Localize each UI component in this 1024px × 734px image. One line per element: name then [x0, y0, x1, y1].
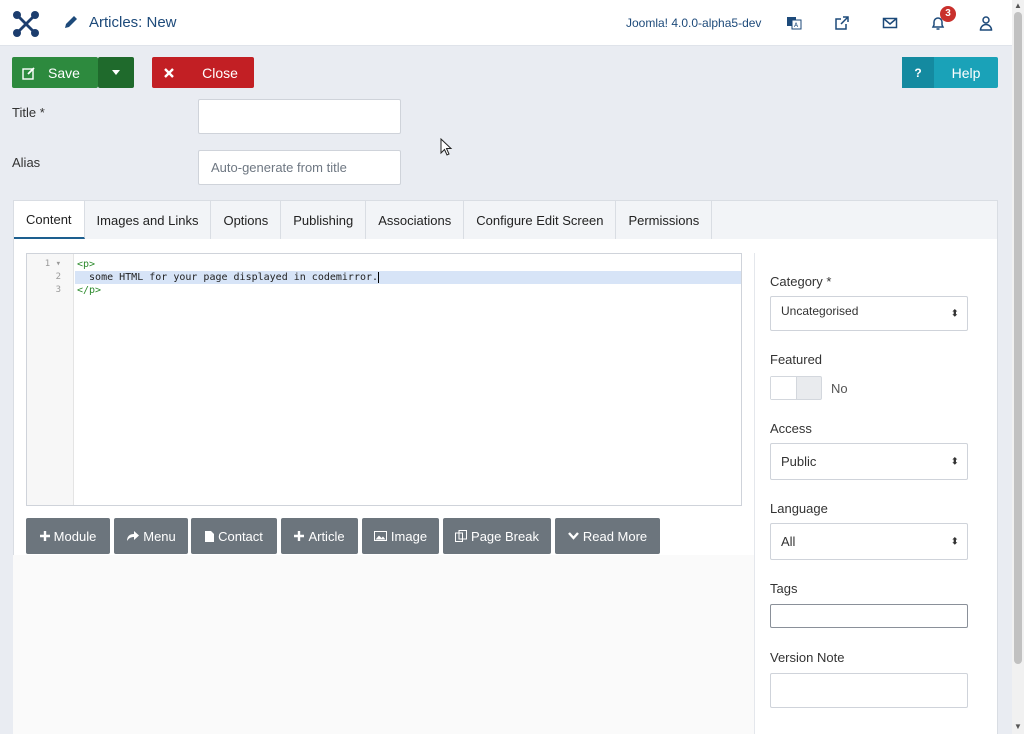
line-number-gutter: 1 ▾ 2 3 [27, 254, 74, 505]
close-label: Close [202, 64, 238, 81]
read-more-button[interactable]: Read More [555, 518, 660, 554]
access-value: Public [781, 454, 817, 469]
tab-configure-edit-screen[interactable]: Configure Edit Screen [464, 201, 617, 239]
plus-icon [294, 531, 305, 541]
pencil-icon [65, 16, 77, 28]
top-header: Articles: New Joomla! 4.0.0-alpha5-dev A… [0, 0, 1012, 46]
article-label: Article [308, 528, 345, 544]
code-line-selected[interactable]: some HTML for your page displayed in cod… [75, 271, 741, 284]
tags-input[interactable] [770, 604, 968, 628]
page-break-label: Page Break [471, 528, 539, 544]
tab-permissions[interactable]: Permissions [616, 201, 713, 239]
page-break-button[interactable]: Page Break [443, 518, 551, 554]
module-button[interactable]: Module [26, 518, 110, 554]
select-arrows-icon: ⬍ [950, 536, 959, 547]
plus-icon [39, 531, 50, 541]
image-label: Image [390, 528, 428, 544]
category-value: Uncategorised [781, 303, 859, 318]
scroll-down-arrow-icon[interactable]: ▼ [1012, 721, 1024, 733]
scroll-up-arrow-icon[interactable]: ▲ [1012, 0, 1024, 12]
external-link-icon[interactable] [832, 13, 852, 33]
read-more-label: Read More [582, 528, 648, 544]
featured-label: Featured [770, 352, 823, 367]
html-tag: </p> [77, 285, 102, 296]
file-icon [205, 530, 215, 542]
version-note-input[interactable] [770, 673, 968, 708]
title-label: Title * [12, 105, 45, 120]
line-number: 2 [55, 272, 61, 282]
alias-input[interactable] [198, 150, 401, 185]
text-cursor [378, 271, 380, 283]
language-label: Language [770, 501, 828, 516]
contact-label: Contact [218, 528, 263, 544]
title-input[interactable] [198, 99, 401, 134]
image-button[interactable]: Image [362, 518, 439, 554]
category-label: Category * [770, 274, 832, 289]
joomla-logo-icon[interactable] [12, 10, 40, 38]
edit-icon [22, 66, 35, 80]
module-label: Module [53, 528, 97, 544]
picture-icon [373, 531, 387, 541]
language-select[interactable]: All ⬍ [770, 523, 968, 560]
select-arrows-icon: ⬍ [950, 456, 959, 467]
editor-lower-area [13, 555, 754, 734]
save-label: Save [48, 64, 80, 81]
page-title: Articles: New [89, 14, 177, 31]
access-label: Access [770, 421, 812, 436]
caret-down-icon [112, 69, 120, 75]
line-number: 3 [55, 285, 61, 295]
access-select[interactable]: Public ⬍ [770, 443, 968, 480]
menu-label: Menu [143, 528, 176, 544]
share-arrow-icon [127, 531, 140, 541]
chevron-down-icon [567, 532, 579, 540]
copy-icon [455, 530, 468, 542]
html-tag: <p> [77, 259, 96, 270]
tab-publishing[interactable]: Publishing [281, 201, 367, 239]
mouse-cursor-icon [440, 138, 453, 156]
edit-tabs: Content Images and Links Options Publish… [13, 200, 998, 239]
fold-marker-icon[interactable]: ▾ [56, 259, 61, 269]
code-text: some HTML for your page displayed in cod… [77, 272, 379, 283]
tab-content[interactable]: Content [14, 201, 85, 239]
page-scrollbar[interactable]: ▲ ▼ [1012, 0, 1024, 734]
tags-label: Tags [770, 581, 798, 596]
code-line[interactable]: </p> [75, 284, 741, 297]
help-icon: ? [902, 57, 934, 88]
mail-icon[interactable] [880, 13, 900, 33]
multilingual-icon[interactable]: A [784, 13, 804, 33]
alias-label: Alias [12, 155, 41, 170]
select-arrows-icon: ⬍ [950, 308, 959, 319]
user-icon[interactable] [976, 13, 996, 33]
close-button[interactable]: Close [152, 57, 254, 88]
featured-value: No [831, 381, 848, 396]
version-note-label: Version Note [770, 650, 845, 665]
featured-toggle[interactable] [770, 376, 822, 400]
save-button[interactable]: Save [12, 57, 98, 88]
save-dropdown-toggle[interactable] [98, 57, 134, 88]
tab-images-and-links[interactable]: Images and Links [85, 201, 212, 239]
tab-options[interactable]: Options [211, 201, 282, 239]
help-label: Help [951, 64, 981, 81]
article-button[interactable]: Article [281, 518, 358, 554]
toggle-knob [771, 377, 797, 399]
code-line[interactable]: <p> [75, 258, 741, 271]
line-number: 1 ▾ [44, 259, 61, 269]
category-select[interactable]: Uncategorised ⬍ [770, 296, 968, 331]
codemirror-editor[interactable]: 1 ▾ 2 3 <p> some HTML for your page disp… [26, 253, 742, 506]
contact-button[interactable]: Contact [191, 518, 277, 554]
language-value: All [781, 534, 796, 549]
version-link[interactable]: Joomla! 4.0.0-alpha5-dev [626, 16, 761, 30]
menu-button[interactable]: Menu [114, 518, 188, 554]
help-button[interactable]: ? Help [902, 57, 998, 88]
notification-badge: 3 [940, 6, 956, 22]
scroll-thumb[interactable] [1014, 12, 1022, 664]
close-icon [152, 57, 186, 88]
tab-associations[interactable]: Associations [366, 201, 465, 239]
